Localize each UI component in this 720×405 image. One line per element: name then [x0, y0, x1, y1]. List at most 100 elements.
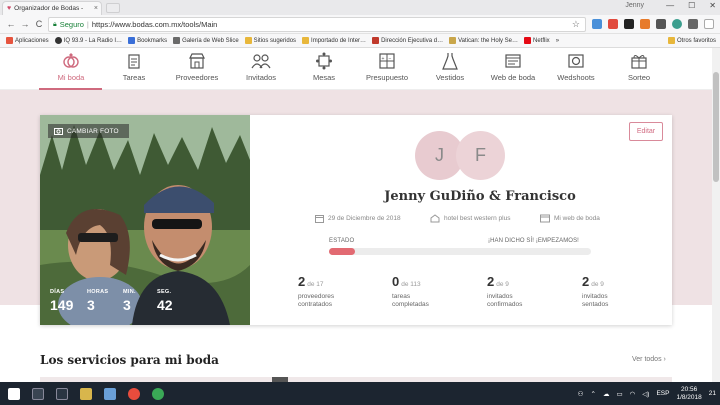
nav-proveedores[interactable]: Proveedores — [165, 50, 229, 88]
bookmark-item[interactable]: Netflix — [524, 37, 550, 44]
forward-button[interactable]: → — [18, 19, 32, 29]
clipboard-icon — [128, 54, 140, 69]
page-scrollbar[interactable] — [712, 48, 720, 382]
bookmark-item[interactable]: Galería de Web Slice — [173, 37, 239, 44]
scrollbar-thumb[interactable] — [713, 72, 719, 182]
edit-button[interactable]: Editar — [629, 122, 663, 141]
bookmark-item[interactable]: Bookmarks — [128, 37, 167, 44]
progress-fill — [329, 248, 356, 255]
whatsapp-icon[interactable] — [152, 387, 164, 400]
stat-invitados-sentados[interactable]: 2 de 9 invitados sentados — [582, 273, 672, 309]
bookmark-item[interactable]: Aplicaciones — [6, 37, 49, 44]
nav-label: Wedshoots — [557, 73, 595, 82]
people-icon — [251, 54, 271, 69]
tab-close-icon[interactable]: × — [94, 5, 98, 12]
store-icon[interactable] — [104, 387, 116, 400]
nav-mi-boda[interactable]: Mi boda — [39, 50, 103, 88]
onedrive-icon[interactable]: ☁ — [603, 390, 610, 398]
hero-section: CAMBIAR FOTO DÍAS 149 HORAS 3 MIN. 3 SEG. 42… — [0, 90, 712, 325]
nav-label: Sorteo — [627, 73, 651, 82]
windows-start-icon[interactable] — [8, 387, 20, 400]
nav-invitados[interactable]: Invitados — [229, 50, 293, 88]
task-view-icon[interactable] — [56, 387, 68, 400]
nav-label: Vestidos — [435, 73, 465, 82]
countdown-hours: HORAS 3 — [87, 289, 109, 313]
notifications-badge[interactable]: 21 — [709, 390, 716, 397]
new-tab-button[interactable] — [106, 3, 120, 13]
svg-text:−: − — [389, 56, 392, 62]
window-controls: — ☐ ✕ — [666, 1, 716, 10]
screen: ♥ Organizador de Bodas - × Jenny — ☐ ✕ ←… — [0, 0, 720, 405]
bookmark-item[interactable]: IQ 93.9 - La Radio I… — [54, 37, 122, 44]
extension-icon[interactable] — [688, 19, 698, 29]
wifi-icon[interactable]: ◠ — [630, 390, 636, 398]
back-button[interactable]: ← — [4, 19, 18, 29]
site-icon — [372, 37, 380, 44]
chevron-up-icon[interactable]: ⌃ — [590, 390, 595, 398]
minimize-button[interactable]: — — [666, 1, 674, 10]
nav-web-de-boda[interactable]: Web de boda — [481, 50, 545, 88]
stat-proveedores[interactable]: 2 de 17 proveedores contratados — [298, 273, 388, 309]
pdf-extension-icon[interactable] — [608, 19, 618, 29]
nav-presupuesto[interactable]: + − Presupuesto — [355, 50, 419, 88]
bookmark-item[interactable]: Dirección Ejecutiva d… — [372, 37, 443, 44]
address-bar[interactable]: 🔒︎ Seguro | https://www.bodas.com.mx/too… — [48, 17, 586, 32]
extensions — [592, 19, 714, 29]
dress-icon — [442, 53, 458, 70]
extension-icon[interactable] — [592, 19, 602, 29]
nav-sorteo[interactable]: Sorteo — [607, 50, 671, 88]
extension-icon[interactable] — [656, 19, 666, 29]
url-text[interactable]: https://www.bodas.com.mx/tools/Main — [92, 20, 217, 29]
extension-icon[interactable] — [640, 19, 650, 29]
close-window-button[interactable]: ✕ — [709, 1, 716, 10]
clock[interactable]: 20:56 1/8/2018 — [676, 386, 701, 402]
maximize-button[interactable]: ☐ — [688, 1, 695, 10]
wedding-web-link[interactable]: Mi web de boda — [540, 214, 600, 223]
divider: | — [86, 20, 89, 29]
nav-wedshoots[interactable]: Wedshoots — [544, 50, 608, 88]
nav-tareas[interactable]: Tareas — [102, 50, 166, 88]
search-icon[interactable] — [32, 387, 44, 400]
apps-icon — [6, 37, 13, 44]
star-icon — [128, 37, 136, 44]
people-icon[interactable]: ⚇ — [578, 390, 584, 398]
stat-tareas[interactable]: 0 de 113 tareas completadas — [392, 273, 482, 309]
language-indicator[interactable]: ESP — [656, 390, 669, 397]
countdown-seconds: SEG. 42 — [157, 289, 173, 313]
taskbar: ⚇ ⌃ ☁ ▭ ◠ ◁) ESP 20:56 1/8/2018 21 — [0, 382, 720, 405]
bookmark-item[interactable]: Sitios sugeridos — [244, 37, 296, 44]
browser-titlebar: ♥ Organizador de Bodas - × Jenny — ☐ ✕ — [0, 0, 720, 15]
file-explorer-icon[interactable] — [80, 387, 92, 400]
change-photo-button[interactable]: CAMBIAR FOTO — [48, 124, 129, 138]
volume-icon[interactable]: ◁) — [642, 390, 649, 398]
couple-name: Jenny GuDiño & Francisco — [384, 189, 576, 204]
profile-name[interactable]: Jenny — [625, 2, 644, 9]
camera-icon — [54, 128, 63, 135]
calendar-icon — [315, 215, 324, 223]
bookmarks-overflow[interactable]: » — [556, 38, 559, 44]
menu-icon[interactable] — [704, 19, 714, 29]
see-all-link[interactable]: Ver todos › — [632, 356, 666, 363]
extension-icon[interactable] — [672, 19, 682, 29]
radio-icon — [54, 37, 62, 44]
other-bookmarks[interactable]: Otros favoritos — [667, 37, 716, 44]
nav-label: Mesas — [312, 73, 336, 82]
heart-ring-icon — [63, 53, 79, 68]
nav-label: Presupuesto — [365, 73, 409, 82]
tab-title: Organizador de Bodas - — [14, 5, 84, 12]
bookmark-item[interactable]: Importado de Inter… — [302, 37, 366, 44]
stat-invitados-confirmados[interactable]: 2 de 9 invitados confirmados — [487, 273, 577, 309]
extension-icon[interactable] — [624, 19, 634, 29]
venue-icon — [430, 214, 440, 223]
browser-toolbar: ← → C 🔒︎ Seguro | https://www.bodas.com.… — [0, 15, 720, 34]
browser-tab[interactable]: ♥ Organizador de Bodas - × — [2, 1, 102, 15]
site-nav: Mi boda Tareas Proveedores Invitados Mes… — [0, 48, 712, 90]
bookmark-item[interactable]: Vatican: the Holy Se… — [449, 37, 518, 44]
reload-button[interactable]: C — [32, 19, 46, 29]
nav-vestidos[interactable]: Vestidos — [418, 50, 482, 88]
nav-mesas[interactable]: Mesas — [292, 50, 356, 88]
chrome-icon[interactable] — [128, 387, 140, 400]
bookmark-star-icon[interactable]: ☆ — [572, 19, 580, 30]
change-photo-label: CAMBIAR FOTO — [67, 127, 119, 135]
battery-icon[interactable]: ▭ — [616, 390, 622, 398]
